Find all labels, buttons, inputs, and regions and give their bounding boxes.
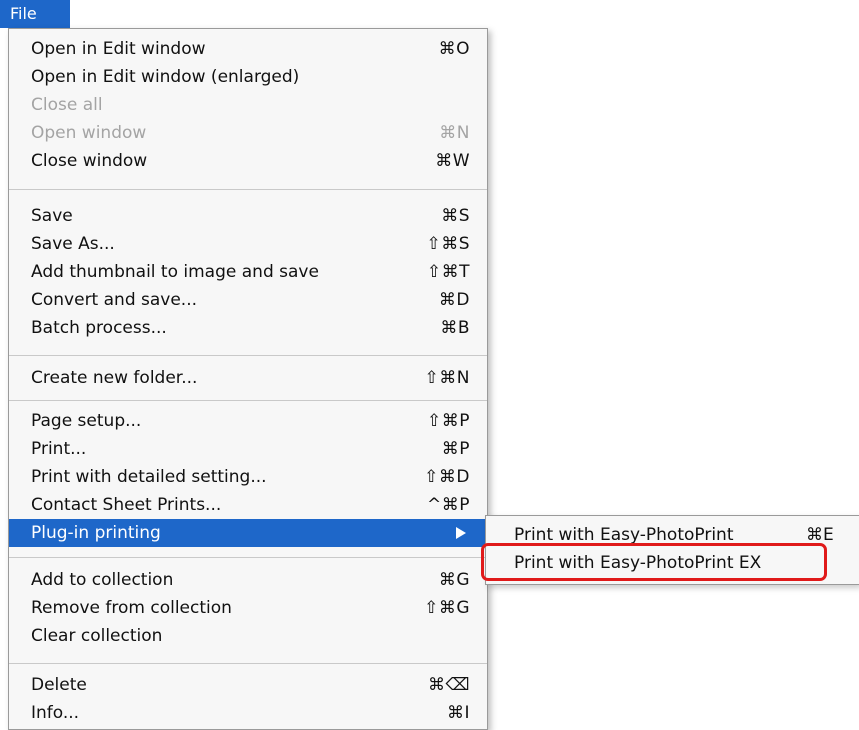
menu-item-label: Page setup... <box>31 411 142 431</box>
menu-item-contact-sheet-prints[interactable]: Contact Sheet Prints... ^⌘P <box>9 491 487 519</box>
file-menu: Open in Edit window ⌘O Open in Edit wind… <box>8 28 488 730</box>
menu-item-shortcut: ⇧⌘G <box>424 598 470 618</box>
menu-item-label: Open in Edit window (enlarged) <box>31 67 300 87</box>
menu-item-label: Print with detailed setting... <box>31 467 267 487</box>
menu-item-shortcut: ⌘B <box>440 318 470 338</box>
menu-item-label: Delete <box>31 675 87 695</box>
menu-item-info[interactable]: Info... ⌘I <box>9 699 487 727</box>
menu-item-label: Save <box>31 206 73 226</box>
menu-item-shortcut: ⌘O <box>438 39 470 59</box>
menu-item-label: Add thumbnail to image and save <box>31 262 319 282</box>
menu-item-label: Contact Sheet Prints... <box>31 495 222 515</box>
menu-item-shortcut: ^⌘P <box>427 495 470 515</box>
menu-item-label: Clear collection <box>31 626 163 646</box>
menu-item-label: Create new folder... <box>31 368 198 388</box>
menu-separator <box>9 663 487 664</box>
menu-separator <box>9 400 487 401</box>
menu-item-label: Close window <box>31 151 148 171</box>
menu-separator <box>9 355 487 356</box>
menu-item-convert-and-save[interactable]: Convert and save... ⌘D <box>9 286 487 314</box>
menu-item-open-in-edit-window[interactable]: Open in Edit window ⌘O <box>9 35 487 63</box>
menu-item-add-to-collection[interactable]: Add to collection ⌘G <box>9 566 487 594</box>
menu-item-shortcut: ⌘I <box>446 703 470 723</box>
menu-item-label: Remove from collection <box>31 598 232 618</box>
menu-item-plug-in-printing[interactable]: Plug-in printing <box>9 519 487 547</box>
menu-item-label: Plug-in printing <box>31 523 161 543</box>
menu-item-save-as[interactable]: Save As... ⇧⌘S <box>9 230 487 258</box>
menu-item-label: Save As... <box>31 234 115 254</box>
menu-item-shortcut: ⌘P <box>441 439 470 459</box>
menu-item-delete[interactable]: Delete ⌘⌫ <box>9 671 487 699</box>
menu-item-batch-process[interactable]: Batch process... ⌘B <box>9 314 487 342</box>
menu-item-label: Convert and save... <box>31 290 198 310</box>
menu-item-label: Open in Edit window <box>31 39 206 59</box>
menu-item-remove-from-collection[interactable]: Remove from collection ⇧⌘G <box>9 594 487 622</box>
file-menu-title[interactable]: File <box>0 0 70 28</box>
menu-item-print-detailed-setting[interactable]: Print with detailed setting... ⇧⌘D <box>9 463 487 491</box>
menu-item-label: Add to collection <box>31 570 174 590</box>
menu-item-shortcut: ⌘W <box>435 151 470 171</box>
menu-item-label: Close all <box>31 95 103 115</box>
menu-item-shortcut: ⌘D <box>438 290 470 310</box>
menu-item-save[interactable]: Save ⌘S <box>9 202 487 230</box>
menu-item-shortcut: ⇧⌘T <box>426 262 470 282</box>
menu-item-open-in-edit-window-enlarged[interactable]: Open in Edit window (enlarged) <box>9 63 487 91</box>
menu-item-shortcut: ⌘G <box>438 570 470 590</box>
menu-item-close-all: Close all <box>9 91 487 119</box>
menu-item-print[interactable]: Print... ⌘P <box>9 435 487 463</box>
menu-item-page-setup[interactable]: Page setup... ⇧⌘P <box>9 407 487 435</box>
menu-item-label: Info... <box>31 703 80 723</box>
menu-item-shortcut: ⌘N <box>439 123 470 143</box>
menu-item-shortcut: ⇧⌘D <box>424 467 470 487</box>
menu-item-label: Print... <box>31 439 87 459</box>
menu-item-create-new-folder[interactable]: Create new folder... ⇧⌘N <box>9 364 487 392</box>
menu-item-label: Batch process... <box>31 318 167 338</box>
menu-item-shortcut: ⇧⌘S <box>426 234 470 254</box>
submenu-arrow-icon <box>456 527 466 539</box>
menu-separator <box>9 189 487 190</box>
menu-item-open-window: Open window ⌘N <box>9 119 487 147</box>
menu-separator <box>9 557 487 558</box>
menu-item-label: Open window <box>31 123 147 143</box>
highlight-callout-box <box>481 543 827 581</box>
menu-item-shortcut: ⇧⌘P <box>427 411 470 431</box>
menu-item-close-window[interactable]: Close window ⌘W <box>9 147 487 175</box>
menu-item-shortcut: ⇧⌘N <box>424 368 470 388</box>
menu-item-shortcut: ⌘⌫ <box>427 675 470 695</box>
menu-item-shortcut: ⌘S <box>441 206 470 226</box>
menu-item-clear-collection[interactable]: Clear collection <box>9 622 487 650</box>
menu-item-add-thumbnail-and-save[interactable]: Add thumbnail to image and save ⇧⌘T <box>9 258 487 286</box>
